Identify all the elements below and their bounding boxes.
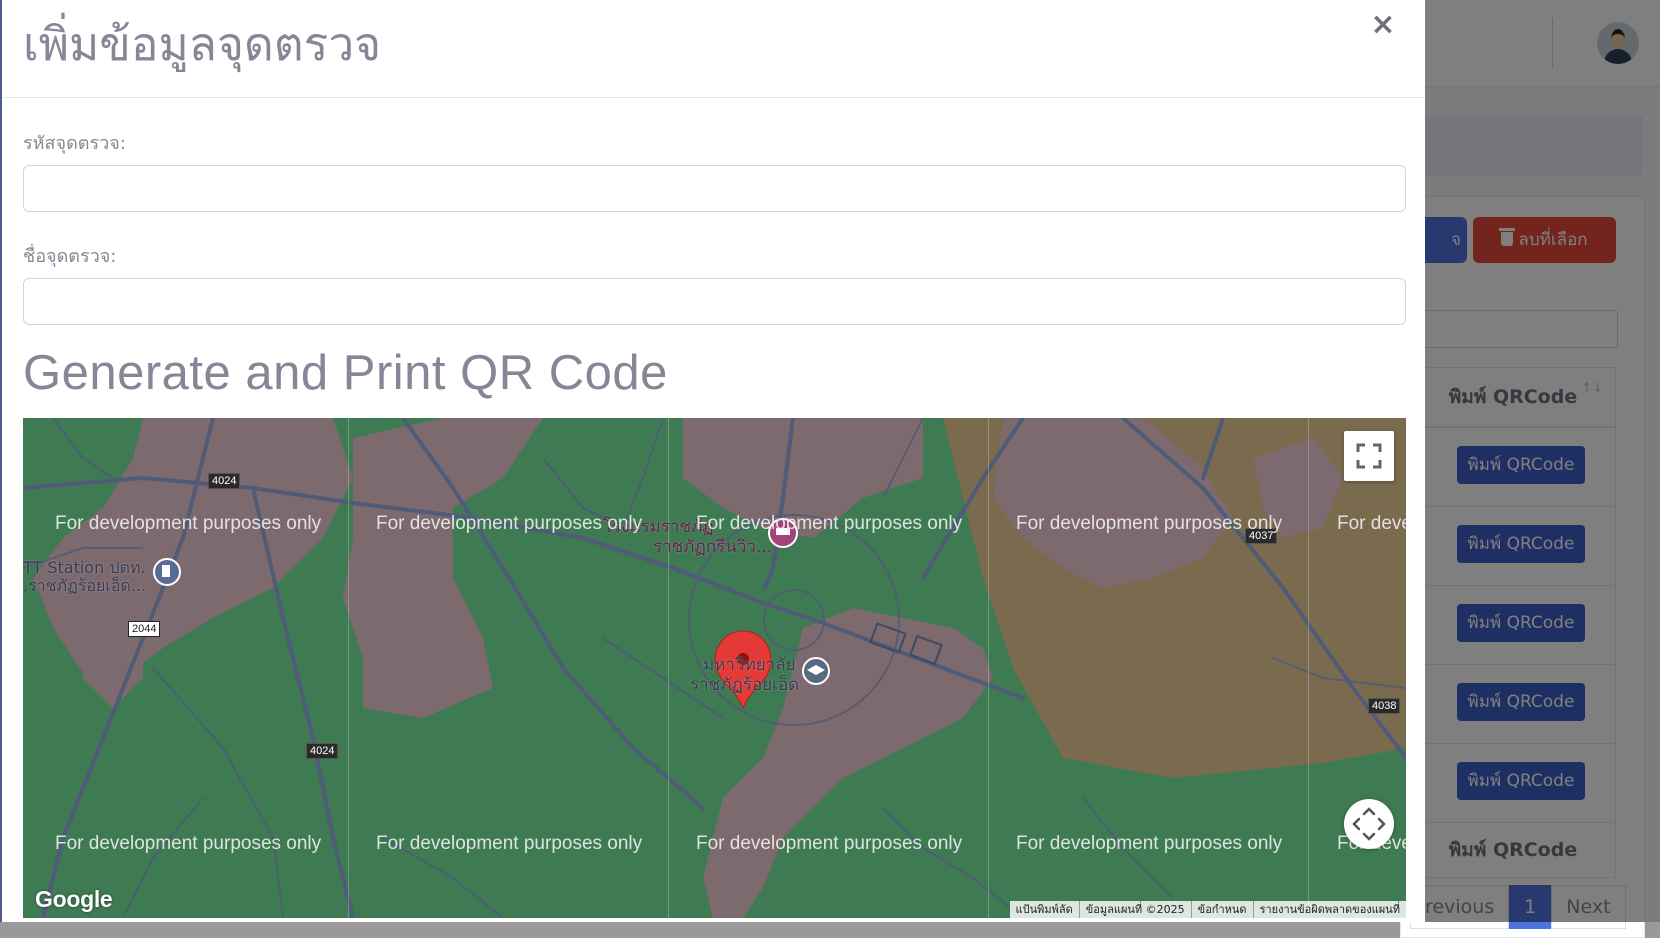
dev-watermark: For deve [1337,513,1406,534]
terms-link[interactable]: ข้อกำหนด [1190,901,1253,918]
tile-border [668,418,669,918]
fullscreen-icon [1356,443,1382,469]
dev-watermark: For development purposes only [696,513,963,534]
dev-watermark: For development purposes only [55,513,322,534]
keyboard-shortcuts-link[interactable]: แป้นพิมพ์ลัด [1010,901,1079,918]
pan-arrows-icon [1352,807,1386,841]
dev-watermark: For development purposes only [1016,513,1283,534]
gas-station-icon [153,558,181,586]
checkpoint-code-label: รหัสจุดตรวจ: [23,133,126,154]
checkpoint-name-input[interactable] [23,278,1406,325]
qr-section-heading: Generate and Print QR Code [23,346,668,400]
report-map-error-link[interactable]: รายงานข้อผิดพลาดของแผนที่ [1252,901,1406,918]
map-data-credit: ข้อมูลแผนที่ ©2025 [1078,901,1191,918]
road-number-shield: 4024 [306,743,339,759]
close-icon[interactable]: × [1370,8,1396,42]
dev-watermark: For development purposes only [1016,833,1283,854]
university-icon [802,657,830,685]
tile-border [348,418,349,918]
pan-control-button[interactable] [1344,799,1394,849]
modal-title: เพิ่มข้อมูลจุดตรวจ [23,17,382,71]
dev-watermark: For development purposes only [696,833,963,854]
modal-header: เพิ่มข้อมูลจุดตรวจ × [2,0,1425,98]
checkpoint-name-label: ชื่อจุดตรวจ: [23,246,117,267]
road-number-shield: 4024 [208,473,241,489]
google-logo: Google [35,886,113,912]
checkpoint-code-input[interactable] [23,165,1406,212]
hotel-label-line2: ราชภัฏกรีนวิว... [653,537,773,557]
gas-station-sublabel: ,ราชภัฏร้อยเอ็ด... [23,576,147,595]
dev-watermark: For development purposes only [55,833,322,854]
university-label-line2: ราชภัฏร้อยเอ็ด [690,675,800,695]
google-map[interactable]: 4024 2044 4024 4037 4038 TT Station ปตท.… [23,418,1406,918]
road-number-shield: 2044 [128,621,161,637]
road-number-shield: 4038 [1368,698,1401,714]
dev-watermark: For development purposes only [376,833,643,854]
dev-watermark: For development purposes only [376,513,643,534]
tile-border [1308,418,1309,918]
fullscreen-button[interactable] [1344,431,1394,481]
tile-border [988,418,989,918]
add-checkpoint-modal: เพิ่มข้อมูลจุดตรวจ × รหัสจุดตรวจ: ชื่อจุ… [0,0,1425,922]
map-attribution-bar: แป้นพิมพ์ลัด ข้อมูลแผนที่ ©2025 ข้อกำหนด… [1009,901,1406,918]
